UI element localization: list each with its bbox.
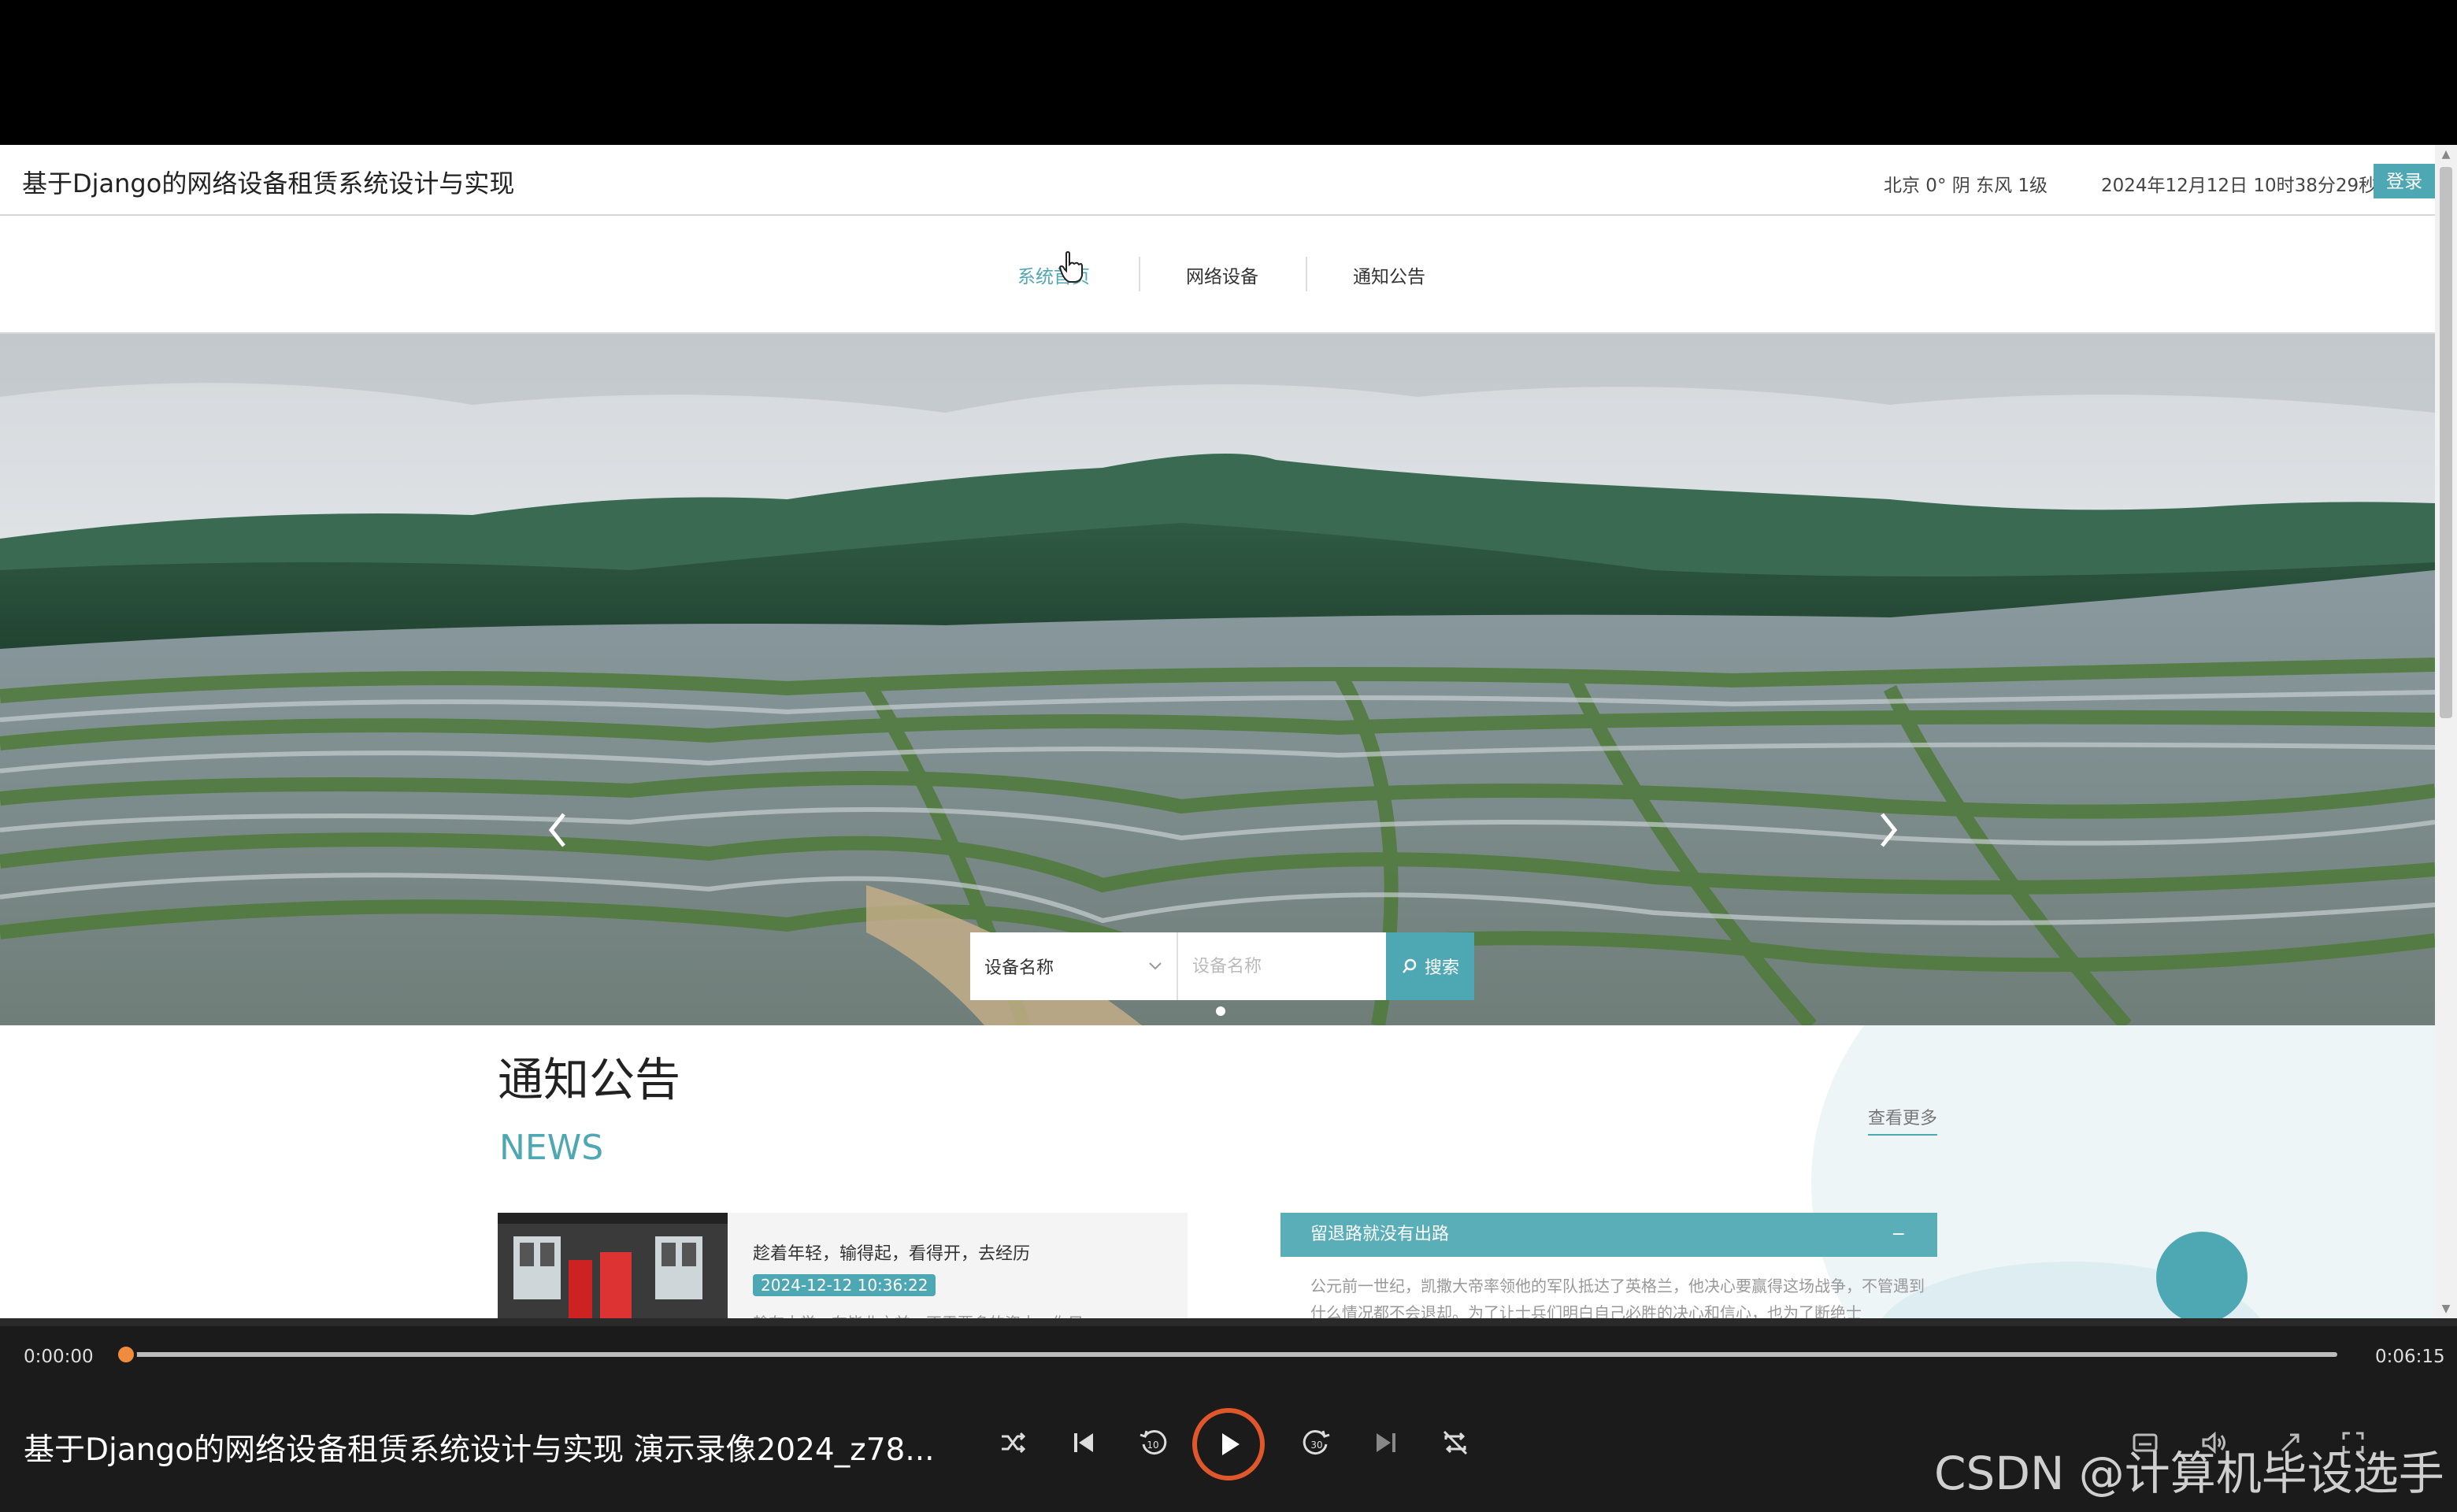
repeat-off-icon[interactable] xyxy=(1440,1427,1471,1458)
shuffle-icon[interactable] xyxy=(997,1427,1028,1458)
view-more-link[interactable]: 查看更多 xyxy=(1868,1104,1938,1136)
weather-info: 北京 0° 阴 东风 1级 xyxy=(1884,176,2048,196)
svg-text:30: 30 xyxy=(1310,1440,1322,1451)
back-to-top-button[interactable] xyxy=(2156,1232,2248,1318)
news-card-date-badge: 2024-12-12 10:36:22 xyxy=(753,1274,936,1296)
progress-bar[interactable] xyxy=(126,1352,2337,1357)
rice-terrace-landscape-image xyxy=(0,334,2435,1025)
rewind-10-icon[interactable]: 10 xyxy=(1137,1427,1169,1458)
section-title: 通知公告 xyxy=(498,1053,681,1106)
news-card-title: 趁着年轻，输得起，看得开，去经历 xyxy=(753,1244,1031,1264)
accordion-title: 留退路就没有出路 xyxy=(1310,1225,1450,1244)
play-icon xyxy=(1222,1433,1240,1455)
scroll-up-icon[interactable]: ▲ xyxy=(2435,148,2457,164)
accordion-body: 公元前一世纪，凯撒大帝率领他的军队抵达了英格兰，他决心要赢得这场战争，不管遇到什… xyxy=(1310,1277,1925,1318)
search-field-select-value: 设备名称 xyxy=(984,958,1054,978)
svg-text:10: 10 xyxy=(1147,1440,1158,1451)
search-button-label: 搜索 xyxy=(1424,958,1459,977)
media-player-bar: 0:00:00 0:06:15 基于Django的网络设备租赁系统设计与实现 演… xyxy=(0,1318,2457,1512)
login-button[interactable]: 登录 xyxy=(2374,164,2435,198)
player-divider xyxy=(0,1318,2457,1326)
news-card-snippet: 趁在大学，在毕业之前，不需要多的资本，你只 xyxy=(753,1310,1084,1318)
search-input[interactable] xyxy=(1177,932,1386,1000)
total-time: 0:06:15 xyxy=(2375,1347,2445,1367)
nav-item-notices[interactable]: 通知公告 xyxy=(1353,261,1425,288)
webpage: 基于Django的网络设备租赁系统设计与实现 北京 0° 阴 东风 1级 202… xyxy=(0,145,2457,1318)
nav-divider xyxy=(1139,257,1140,291)
carousel-indicator[interactable] xyxy=(1216,1006,1225,1016)
collapse-icon[interactable]: − xyxy=(1892,1213,1906,1257)
forward-30-icon[interactable]: 30 xyxy=(1301,1427,1332,1458)
search-icon xyxy=(1403,958,1417,973)
watermark: CSDN @计算机毕设选手 xyxy=(1934,1447,2444,1500)
news-section: 通知公告 NEWS 查看更多 趁着年轻，输得起，看得开，去经历 2024-12-… xyxy=(0,1025,2435,1318)
screen: { "site": { "title": "基于Django的网络设备租赁系统设… xyxy=(0,0,2457,1512)
main-nav: 系统首页 网络设备 通知公告 xyxy=(0,217,2435,334)
next-track-icon[interactable] xyxy=(1370,1427,1402,1458)
hero-banner xyxy=(0,334,2435,1025)
nav-item-devices[interactable]: 网络设备 xyxy=(1186,261,1258,288)
previous-track-icon[interactable] xyxy=(1068,1427,1099,1458)
video-title: 基于Django的网络设备租赁系统设计与实现 演示录像2024_z78... xyxy=(24,1432,935,1468)
carousel-prev-icon[interactable] xyxy=(542,806,573,854)
current-time: 0:00:00 xyxy=(24,1347,94,1367)
chevron-down-icon xyxy=(1148,958,1162,975)
nav-divider xyxy=(1306,257,1307,291)
top-bar: 基于Django的网络设备租赁系统设计与实现 北京 0° 阴 东风 1级 202… xyxy=(0,145,2435,216)
accordion-header[interactable]: 留退路就没有出路 − xyxy=(1280,1213,1937,1257)
search-bar: 设备名称 搜索 xyxy=(970,932,1474,1000)
scroll-thumb[interactable] xyxy=(2440,167,2452,718)
search-button[interactable]: 搜索 xyxy=(1386,932,1474,1000)
news-thumbnail xyxy=(498,1213,728,1318)
site-title: 基于Django的网络设备租赁系统设计与实现 xyxy=(22,169,515,198)
page-scrollbar[interactable]: ▲ ▼ xyxy=(2435,145,2457,1318)
scroll-down-icon[interactable]: ▼ xyxy=(2435,1303,2457,1318)
news-card[interactable]: 趁着年轻，输得起，看得开，去经历 2024-12-12 10:36:22 趁在大… xyxy=(498,1213,1188,1318)
progress-handle[interactable] xyxy=(115,1343,137,1366)
carousel-next-icon[interactable] xyxy=(1873,806,1904,854)
search-field-select[interactable]: 设备名称 xyxy=(970,932,1177,1000)
play-button[interactable] xyxy=(1192,1408,1265,1480)
current-datetime: 2024年12月12日 10时38分29秒 xyxy=(2101,176,2377,196)
hand-cursor-icon xyxy=(1058,250,1083,283)
section-subtitle: NEWS xyxy=(499,1128,604,1168)
